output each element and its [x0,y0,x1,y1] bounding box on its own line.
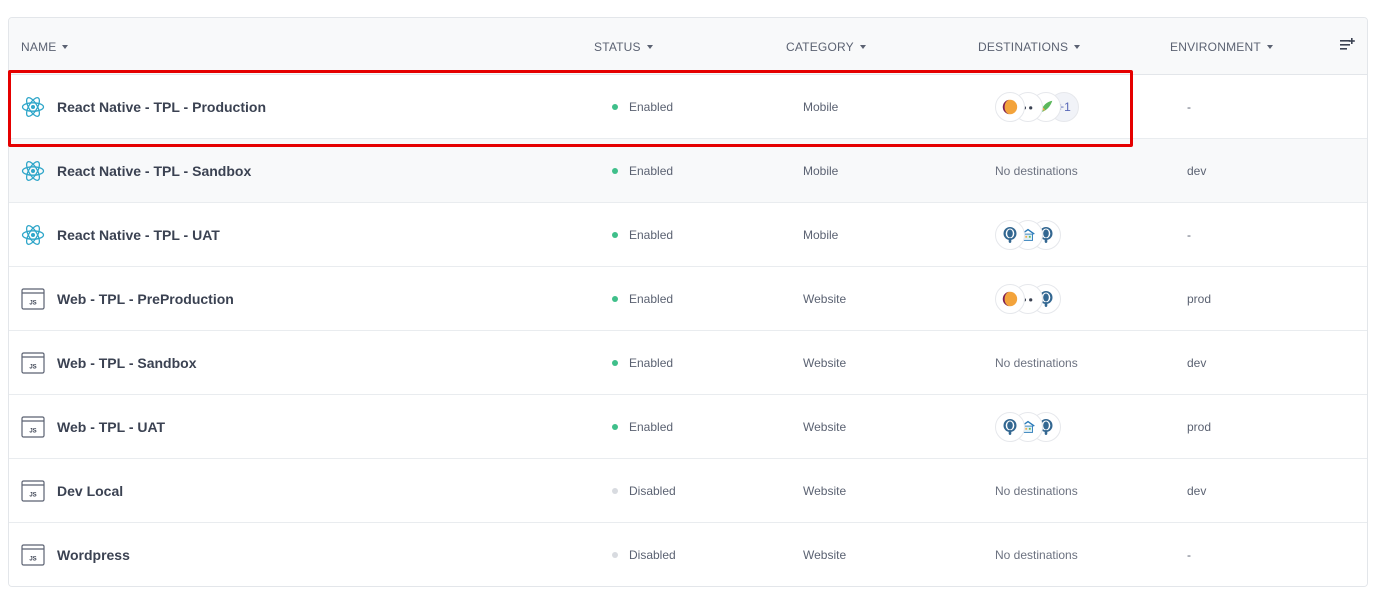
js-icon: JS [21,287,45,311]
source-name[interactable]: React Native - TPL - Production [57,99,266,115]
js-icon: JS [21,415,45,439]
svg-text:JS: JS [29,493,36,499]
destination-icons[interactable]: +1 [995,92,1079,122]
status-dot [612,296,618,302]
category-label: Website [803,420,847,434]
mixpanel-icon[interactable] [995,284,1025,314]
react-icon [21,95,45,119]
environment-label: dev [1187,164,1207,178]
table-row[interactable]: React Native - TPL - Sandbox Enabled Mobil… [9,139,1367,203]
environment-label: prod [1187,420,1212,434]
sort-environment-header[interactable]: ENVIRONMENT [1170,40,1273,54]
react-icon [21,223,45,247]
postgres-icon[interactable] [995,220,1025,250]
source-name[interactable]: Dev Local [57,483,123,499]
status-dot [612,168,618,174]
status-label: Enabled [629,356,674,370]
category-label: Website [803,292,847,306]
source-name[interactable]: Web - TPL - UAT [57,419,165,435]
svg-text:JS: JS [29,301,36,307]
table-row[interactable]: JS Web - TPL - PreProduction Enabled Websit… [9,267,1367,331]
no-destinations-label: No destinations [995,164,1078,178]
status-badge: Disabled [612,548,676,562]
sources-table: NAME STATUS CATEGORY DESTINATIONS ENVIRO… [8,17,1368,587]
svg-text:JS: JS [29,557,36,563]
destination-icons[interactable] [995,284,1061,314]
environment-label: prod [1187,292,1212,306]
status-badge: Enabled [612,292,673,306]
status-badge: Enabled [612,228,673,242]
environment-label: - [1187,548,1191,562]
table-header: NAME STATUS CATEGORY DESTINATIONS ENVIRO… [9,18,1367,75]
table-row[interactable]: JS Wordpress Disabled Website No destination… [9,523,1367,586]
category-label: Mobile [803,228,839,242]
sort-category-header[interactable]: CATEGORY [786,40,866,54]
status-dot [612,104,618,110]
destination-icons[interactable] [995,220,1061,250]
source-name[interactable]: Web - TPL - PreProduction [57,291,234,307]
sort-status-header[interactable]: STATUS [594,40,653,54]
source-name[interactable]: React Native - TPL - Sandbox [57,163,251,179]
environment-label: dev [1187,356,1207,370]
environment-label: dev [1187,484,1207,498]
source-name[interactable]: React Native - TPL - UAT [57,227,220,243]
status-dot [612,488,618,494]
caret-down-icon [62,45,69,49]
postgres-icon[interactable] [995,412,1025,442]
status-dot [612,360,618,366]
header-category-label: CATEGORY [786,40,854,54]
category-label: Website [803,484,847,498]
table-row[interactable]: React Native - TPL - Production Enabled Mo… [9,75,1367,139]
mixpanel-icon[interactable] [995,92,1025,122]
caret-down-icon [646,45,653,49]
status-dot [612,232,618,238]
category-label: Website [803,548,847,562]
status-label: Enabled [629,100,674,114]
status-label: Enabled [629,164,674,178]
status-dot [612,424,618,430]
environment-label: - [1187,228,1191,242]
svg-text:JS: JS [29,365,36,371]
table-row[interactable]: JS Web - TPL - UAT Enabled Website prod [9,395,1367,459]
caret-down-icon [1074,45,1081,49]
category-label: Mobile [803,100,839,114]
status-badge: Enabled [612,100,673,114]
table-row[interactable]: React Native - TPL - UAT Enabled Mobile - [9,203,1367,267]
js-icon: JS [21,479,45,503]
status-badge: Enabled [612,420,673,434]
header-name-label: NAME [21,40,57,54]
caret-down-icon [1266,45,1273,49]
react-icon [21,159,45,183]
status-label: Enabled [629,292,674,306]
svg-text:JS: JS [29,429,36,435]
status-dot [612,552,618,558]
js-icon: JS [21,543,45,567]
status-badge: Disabled [612,484,676,498]
table-row[interactable]: JS Dev Local Disabled Website No destination… [9,459,1367,523]
status-badge: Enabled [612,356,673,370]
no-destinations-label: No destinations [995,484,1078,498]
caret-down-icon [859,45,866,49]
source-name[interactable]: Wordpress [57,547,130,563]
destination-icons[interactable] [995,412,1061,442]
table-row[interactable]: JS Web - TPL - Sandbox Enabled Website No de… [9,331,1367,395]
header-environment-label: ENVIRONMENT [1170,40,1261,54]
status-label: Disabled [629,484,676,498]
header-status-label: STATUS [594,40,641,54]
js-icon: JS [21,351,45,375]
environment-label: - [1187,100,1191,114]
no-destinations-label: No destinations [995,356,1078,370]
source-name[interactable]: Web - TPL - Sandbox [57,355,197,371]
column-settings-icon[interactable] [1339,37,1355,53]
sort-name-header[interactable]: NAME [21,40,69,54]
status-badge: Enabled [612,164,673,178]
category-label: Mobile [803,164,839,178]
category-label: Website [803,356,847,370]
sort-destinations-header[interactable]: DESTINATIONS [978,40,1081,54]
header-destinations-label: DESTINATIONS [978,40,1069,54]
status-label: Enabled [629,420,674,434]
status-label: Enabled [629,228,674,242]
no-destinations-label: No destinations [995,548,1078,562]
status-label: Disabled [629,548,676,562]
